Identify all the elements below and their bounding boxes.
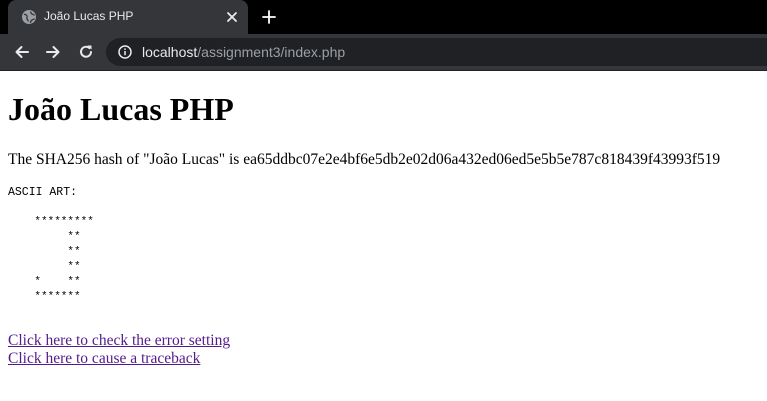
traceback-link[interactable]: Click here to cause a traceback <box>8 350 200 368</box>
close-icon[interactable] <box>224 9 240 25</box>
ascii-art-label: ASCII ART: <box>8 186 78 199</box>
info-icon[interactable] <box>118 45 132 59</box>
tab-title: João Lucas PHP <box>44 9 134 23</box>
address-bar[interactable]: localhost/assignment3/index.php <box>106 38 767 66</box>
page-content: João Lucas PHP The SHA256 hash of "João … <box>0 71 767 401</box>
ascii-art: ********* ** ** ** * ** ******* <box>34 216 94 303</box>
back-arrow-icon[interactable] <box>13 43 31 61</box>
browser-toolbar: localhost/assignment3/index.php <box>0 34 767 71</box>
globe-icon <box>21 9 37 25</box>
browser-tabstrip: João Lucas PHP <box>0 0 767 34</box>
url-host: localhost <box>142 44 198 60</box>
forward-arrow-icon[interactable] <box>44 43 62 61</box>
browser-tab-active[interactable]: João Lucas PHP <box>8 0 248 34</box>
url-text[interactable]: localhost/assignment3/index.php <box>142 44 345 60</box>
reload-icon[interactable] <box>77 43 95 61</box>
plus-icon[interactable] <box>261 9 277 25</box>
error-setting-link[interactable]: Click here to check the error setting <box>8 332 230 350</box>
url-path: /assignment3/index.php <box>197 44 346 60</box>
hash-text: The SHA256 hash of "João Lucas" is ea65d… <box>8 151 721 168</box>
page-title: João Lucas PHP <box>8 91 234 127</box>
